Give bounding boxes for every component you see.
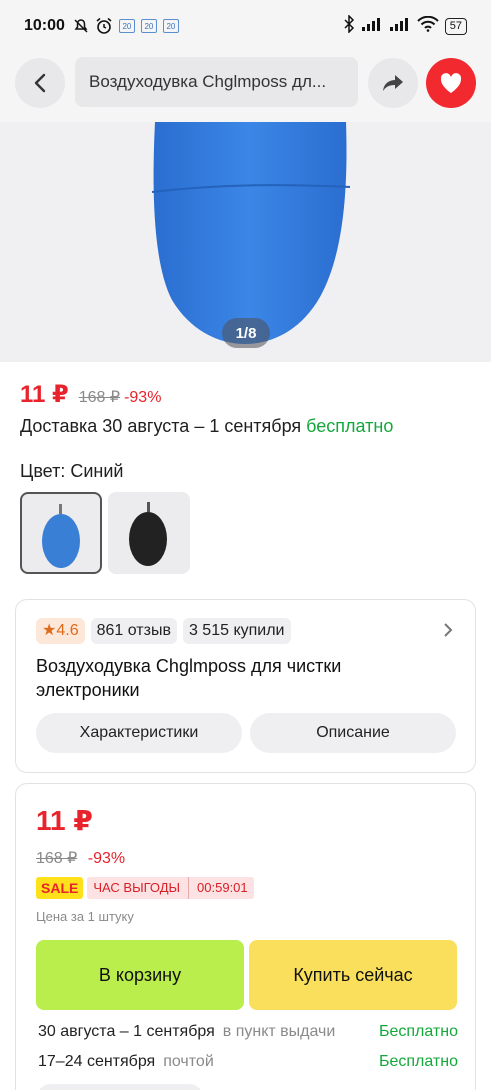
color-label: Цвет: Синий bbox=[20, 461, 124, 481]
reviews-chip[interactable]: 861 отзыв bbox=[90, 618, 177, 644]
signal-icon bbox=[389, 16, 411, 37]
calendar-icon: 20 bbox=[162, 19, 179, 33]
delivery-option-method: почтой bbox=[163, 1053, 214, 1070]
delivery-dates: Доставка 30 августа – 1 сентября bbox=[20, 416, 302, 436]
delivery-option-dates: 17–24 сентября bbox=[38, 1053, 156, 1070]
description-button[interactable]: Описание bbox=[250, 713, 456, 753]
gallery-pager: 1/8 bbox=[222, 318, 270, 348]
hour-deal-badge: ЧАС ВЫГОДЫ 00:59:01 bbox=[87, 877, 254, 899]
per-unit-note: Цена за 1 штуку bbox=[36, 909, 134, 924]
delivery-free: бесплатно bbox=[306, 416, 394, 436]
price-line: 11 ₽ 168 ₽ -93% bbox=[20, 380, 161, 409]
hour-deal-label: ЧАС ВЫГОДЫ bbox=[93, 880, 181, 895]
buy-now-button[interactable]: Купить сейчас bbox=[249, 940, 457, 1010]
discount: -93% bbox=[124, 389, 162, 406]
heart-icon bbox=[440, 73, 462, 93]
chevron-right-icon[interactable] bbox=[443, 622, 453, 643]
wifi-icon bbox=[417, 15, 439, 37]
top-bar: Воздуходувка Chglmposs дл... bbox=[0, 52, 491, 122]
mute-icon bbox=[73, 18, 89, 34]
delivery-option-dates: 30 августа – 1 сентября bbox=[38, 1023, 215, 1040]
sale-badge: SALE bbox=[36, 877, 84, 899]
status-bar: 10:00 20 20 20 57 bbox=[0, 0, 491, 52]
characteristics-button[interactable]: Характеристики bbox=[36, 713, 242, 753]
buy-price: 11 ₽ bbox=[36, 805, 93, 836]
share-icon bbox=[383, 75, 403, 91]
favorite-button[interactable] bbox=[426, 58, 476, 108]
old-price-row: 168 ₽ -93% bbox=[36, 848, 125, 868]
delivery-option-method: в пункт выдачи bbox=[222, 1023, 336, 1040]
promo-badges: SALE ЧАС ВЫГОДЫ 00:59:01 bbox=[36, 877, 254, 899]
delivery-info: Доставка 30 августа – 1 сентября бесплат… bbox=[20, 416, 393, 437]
rating-chip[interactable]: ★4.6 bbox=[36, 618, 85, 644]
product-gallery[interactable]: 1/8 bbox=[0, 122, 491, 362]
search-input[interactable]: Воздуходувка Chglmposs дл... bbox=[75, 57, 358, 107]
product-info-card: ★4.6 861 отзыв 3 515 купили Воздуходувка… bbox=[15, 599, 476, 773]
buy-box: 11 ₽ 168 ₽ -93% SALE ЧАС ВЫГОДЫ 00:59:01… bbox=[15, 783, 476, 1090]
status-time: 10:00 bbox=[24, 17, 65, 34]
calendar-icon: 20 bbox=[118, 19, 135, 33]
bought-chip: 3 515 купили bbox=[182, 618, 291, 644]
old-price: 168 ₽ bbox=[78, 389, 121, 406]
signal-icon bbox=[361, 16, 383, 37]
delivery-option-price: Бесплатно bbox=[378, 1023, 458, 1040]
star-icon: ★ bbox=[42, 622, 57, 639]
rating-value: 4.6 bbox=[56, 622, 79, 639]
calendar-icon: 20 bbox=[140, 19, 157, 33]
delivery-option[interactable]: 17–24 сентября почтой Бесплатно bbox=[38, 1053, 458, 1071]
add-to-cart-button[interactable]: В корзину bbox=[36, 940, 244, 1010]
swatch-black[interactable] bbox=[108, 492, 190, 574]
swatch-blue[interactable] bbox=[20, 492, 102, 574]
delivery-option[interactable]: 30 августа – 1 сентября в пункт выдачи Б… bbox=[38, 1023, 458, 1041]
chevron-left-icon bbox=[34, 73, 46, 93]
delivery-option-price: Бесплатно bbox=[378, 1053, 458, 1070]
price: 11 ₽ bbox=[20, 381, 69, 408]
product-title: Воздуходувка Chglmposs для чистки электр… bbox=[36, 656, 342, 700]
black-bulb-thumbnail bbox=[129, 502, 167, 566]
buy-discount: -93% bbox=[87, 850, 126, 867]
buy-old-price: 168 ₽ bbox=[36, 850, 78, 867]
battery-icon: 57 bbox=[444, 17, 467, 35]
alarm-icon bbox=[95, 17, 113, 35]
share-button[interactable] bbox=[368, 58, 418, 108]
more-delivery-button[interactable] bbox=[36, 1084, 204, 1090]
back-button[interactable] bbox=[15, 58, 65, 108]
deal-timer: 00:59:01 bbox=[197, 880, 248, 895]
blue-bulb-thumbnail bbox=[42, 504, 80, 568]
bluetooth-icon bbox=[343, 13, 355, 38]
